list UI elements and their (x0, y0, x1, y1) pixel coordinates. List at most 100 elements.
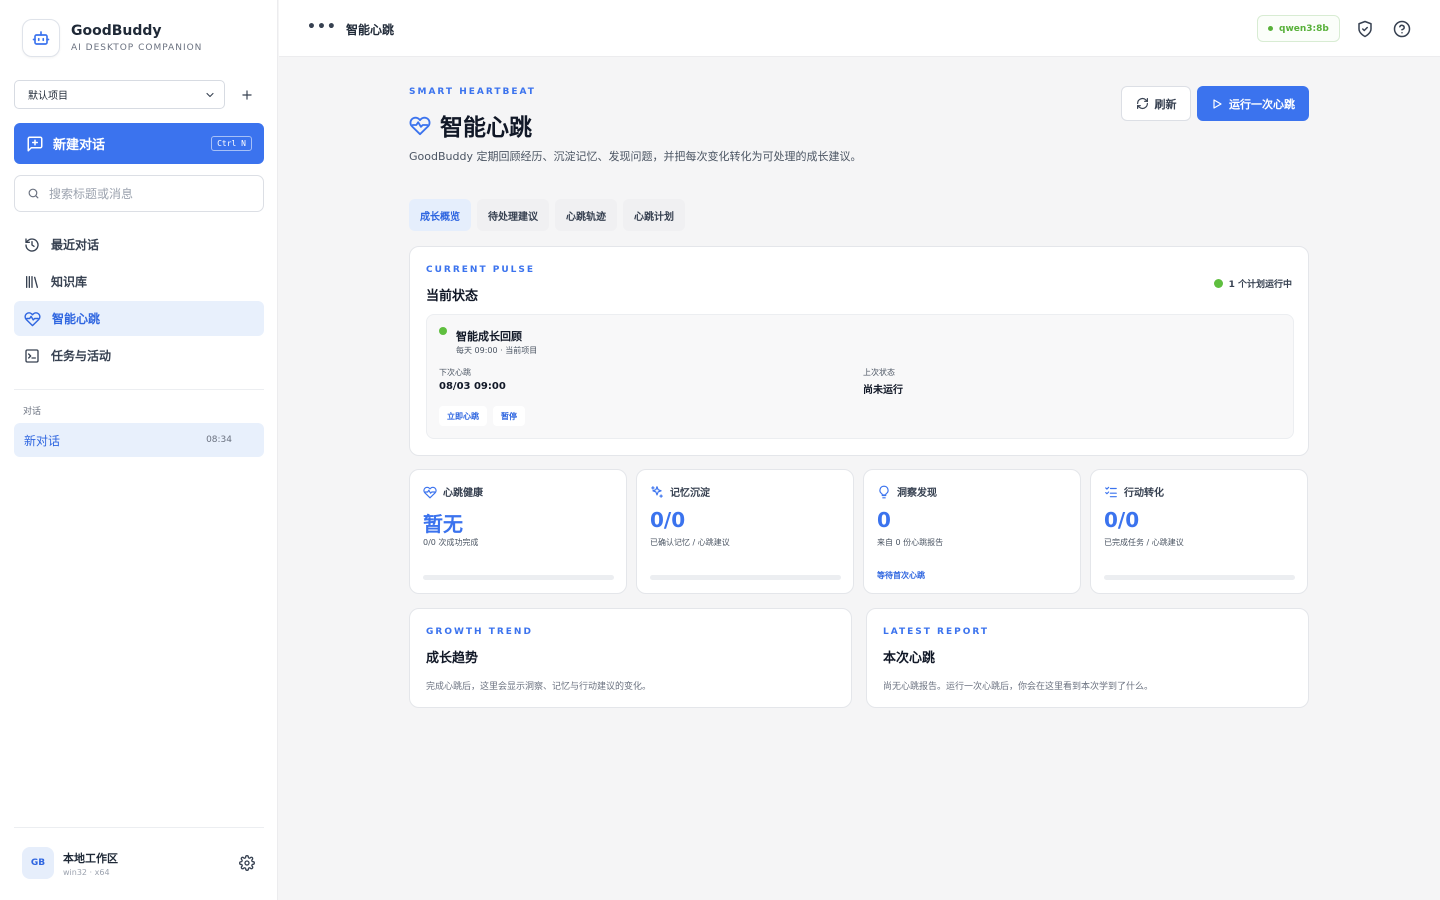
brand: GoodBuddy AI DESKTOP COMPANION (22, 19, 202, 57)
trend-eyebrow: GROWTH TREND (426, 627, 533, 637)
report-description: 尚无心跳报告。运行一次心跳后，你会在这里看到本次学到了什么。 (883, 682, 1154, 692)
progress-bar (1104, 575, 1295, 580)
stat-label: 行动转化 (1124, 488, 1164, 499)
sidebar-item-label: 智能心跳 (52, 312, 101, 326)
stat-subtext: 已确认记忆 / 心跳建议 (650, 538, 730, 547)
conversation-item[interactable]: 新对话 08:34 (14, 423, 264, 457)
tab-overview[interactable]: 成长概览 (409, 199, 471, 231)
chevron-down-icon (206, 92, 214, 97)
stat-value: 0 (877, 508, 891, 532)
latest-report-card: LATEST REPORT 本次心跳 尚无心跳报告。运行一次心跳后，你会在这里看… (866, 608, 1309, 708)
terminal-icon (25, 348, 39, 363)
brand-name: GoodBuddy (71, 23, 162, 39)
conversation-title: 新对话 (24, 433, 61, 448)
more-icon[interactable]: ••• (307, 19, 337, 35)
help-button[interactable] (1393, 20, 1411, 42)
sidebar-item-recent[interactable]: 最近对话 (14, 227, 264, 262)
heart-pulse-icon (423, 486, 437, 498)
lightbulb-icon (879, 485, 889, 498)
search-icon (28, 188, 39, 199)
workspace-switcher[interactable]: GB 本地工作区 win32 · x64 (22, 847, 118, 879)
model-badge[interactable]: qwen3:8b (1257, 15, 1340, 42)
page-title: 智能心跳 (440, 115, 532, 141)
run-heartbeat-label: 运行一次心跳 (1229, 97, 1295, 111)
new-chat-button[interactable]: 新建对话 Ctrl N (14, 123, 264, 164)
heart-pulse-icon (24, 312, 41, 327)
plan-status-text: 1 个计划运行中 (1228, 280, 1292, 290)
sidebar-item-tasks[interactable]: 任务与活动 (14, 338, 264, 373)
new-chat-label: 新建对话 (53, 138, 106, 153)
brand-subtitle: AI DESKTOP COMPANION (71, 43, 203, 53)
checklist-icon (1105, 486, 1117, 497)
play-icon (1213, 98, 1222, 109)
settings-button[interactable] (239, 855, 255, 875)
library-icon (26, 275, 38, 288)
tab-trace[interactable]: 心跳轨迹 (555, 199, 617, 231)
trigger-now-button[interactable]: 立即心跳 (439, 406, 487, 426)
workspace-platform: win32 · x64 (63, 867, 110, 877)
avatar: GB (22, 847, 54, 879)
status-dot (1213, 279, 1223, 288)
next-heartbeat-label: 下次心跳 (439, 368, 471, 377)
last-status-value: 尚未运行 (863, 385, 903, 396)
security-button[interactable] (1356, 20, 1374, 42)
progress-bar (650, 575, 841, 580)
stat-card-insight: 洞察发现 0 来自 0 份心跳报告 等待首次心跳 (863, 469, 1081, 594)
refresh-label: 刷新 (1154, 97, 1177, 111)
sidebar-item-label: 知识库 (51, 275, 88, 289)
divider (14, 389, 264, 390)
report-title: 本次心跳 (883, 651, 936, 666)
pulse-title: 当前状态 (426, 289, 479, 304)
gear-icon (239, 855, 255, 871)
sidebar-item-label: 最近对话 (51, 238, 100, 252)
tab-plans[interactable]: 心跳计划 (623, 199, 685, 231)
message-plus-icon (27, 136, 43, 151)
divider (14, 827, 264, 828)
pause-button[interactable]: 暂停 (493, 406, 525, 426)
model-name: qwen3:8b (1279, 23, 1329, 34)
search-input[interactable]: 搜索标题或消息 (14, 175, 264, 212)
stat-value: 0/0 (1104, 508, 1140, 532)
run-heartbeat-button[interactable]: 运行一次心跳 (1197, 86, 1309, 121)
new-chat-shortcut: Ctrl N (211, 136, 252, 151)
page-eyebrow: SMART HEARTBEAT (409, 87, 536, 97)
plan-item: 智能成长回顾 每天 09:00 · 当前项目 下次心跳 08/03 09:00 … (426, 314, 1294, 439)
stat-value: 0/0 (650, 508, 686, 532)
stat-value: 暂无 (423, 512, 463, 536)
pulse-eyebrow: CURRENT PULSE (426, 265, 535, 275)
project-select[interactable]: 默认项目 (14, 80, 225, 109)
status-dot (439, 327, 447, 335)
sidebar-item-label: 任务与活动 (51, 349, 112, 363)
stat-card-memory: 记忆沉淀 0/0 已确认记忆 / 心跳建议 (636, 469, 854, 594)
shield-check-icon (1358, 20, 1372, 38)
sparkles-icon (651, 485, 663, 498)
page-description: GoodBuddy 定期回顾经历、沉淀记忆、发现问题，并把每次变化转化为可处理的… (409, 150, 862, 163)
sidebar-nav: 最近对话 知识库 智能心跳 任务与活动 (14, 227, 264, 375)
heart-pulse-icon (409, 116, 431, 136)
workspace-name: 本地工作区 (63, 851, 118, 865)
sidebar-item-heartbeat[interactable]: 智能心跳 (14, 301, 264, 336)
sidebar-item-knowledge[interactable]: 知识库 (14, 264, 264, 299)
tab-pending[interactable]: 待处理建议 (477, 199, 549, 231)
add-project-button[interactable] (238, 86, 256, 104)
stat-label: 记忆沉淀 (670, 488, 710, 499)
robot-icon (22, 19, 60, 57)
history-icon (25, 237, 39, 252)
current-pulse-card: CURRENT PULSE 当前状态 1 个计划运行中 智能成长回顾 每天 09… (409, 246, 1309, 456)
refresh-button[interactable]: 刷新 (1121, 86, 1191, 121)
help-icon (1393, 20, 1411, 38)
growth-trend-card: GROWTH TREND 成长趋势 完成心跳后，这里会显示洞察、记忆与行动建议的… (409, 608, 852, 708)
awaiting-first-heartbeat-link[interactable]: 等待首次心跳 (877, 570, 925, 581)
status-dot (1268, 26, 1273, 31)
search-placeholder: 搜索标题或消息 (49, 187, 134, 201)
topbar: ••• 智能心跳 qwen3:8b (279, 0, 1440, 57)
stat-card-action: 行动转化 0/0 已完成任务 / 心跳建议 (1090, 469, 1308, 594)
stat-card-health: 心跳健康 暂无 0/0 次成功完成 (409, 469, 627, 594)
trend-title: 成长趋势 (426, 651, 479, 666)
plan-status-badge: 1 个计划运行中 (1213, 277, 1292, 290)
progress-bar (423, 575, 614, 580)
tab-bar: 成长概览 待处理建议 心跳轨迹 心跳计划 (409, 199, 691, 231)
stat-label: 洞察发现 (897, 488, 937, 499)
stat-subtext: 已完成任务 / 心跳建议 (1104, 538, 1184, 547)
conversation-time: 08:34 (206, 435, 232, 445)
